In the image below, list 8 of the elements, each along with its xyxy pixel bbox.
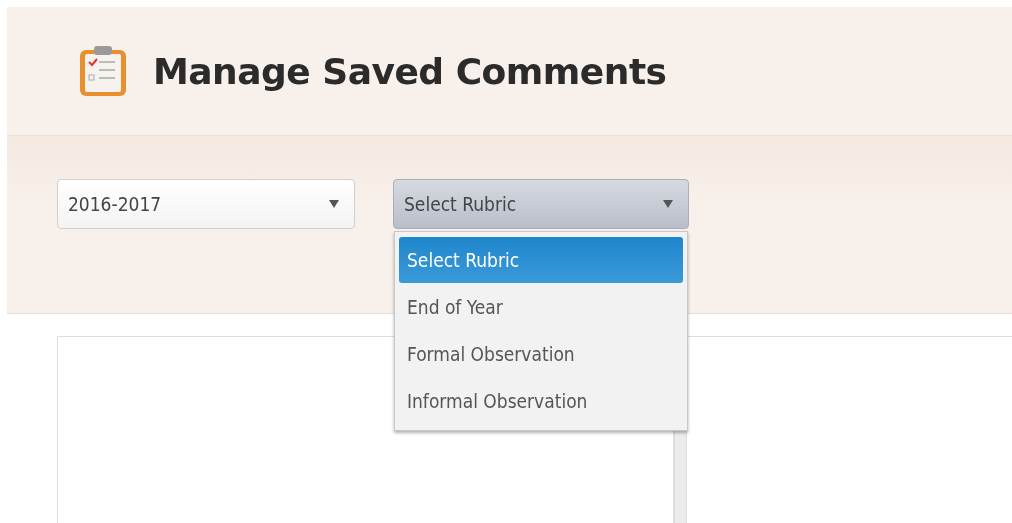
dropdown-option[interactable]: Informal Observation <box>399 377 683 424</box>
year-dropdown[interactable]: 2016-2017 <box>57 179 355 229</box>
dropdown-option[interactable]: Select Rubric <box>399 237 683 283</box>
caret-icon <box>662 199 674 209</box>
dropdown-option[interactable]: Formal Observation <box>399 330 683 377</box>
dropdown-option[interactable]: End of Year <box>399 283 683 330</box>
page-title: Manage Saved Comments <box>153 50 667 92</box>
caret-icon <box>328 199 340 209</box>
